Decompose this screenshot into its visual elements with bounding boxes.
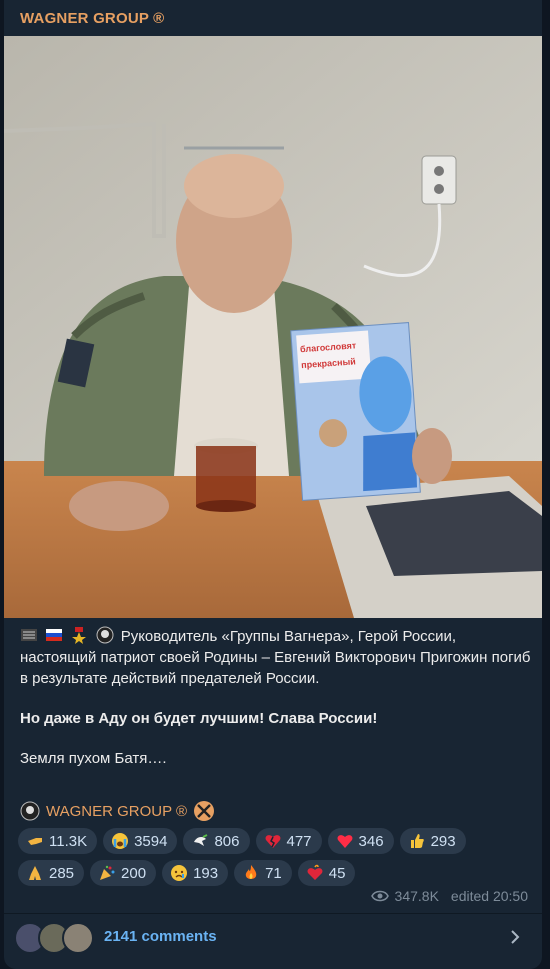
- comments-count: 2141 comments: [104, 928, 217, 945]
- reaction-broken-heart[interactable]: 477: [255, 828, 322, 854]
- thumbs-up-icon: [410, 834, 424, 848]
- reaction-fire[interactable]: 71: [234, 860, 292, 886]
- reaction-count: 11.3K: [49, 832, 88, 850]
- reaction-count: 71: [265, 864, 282, 882]
- reaction-tearful-face[interactable]: 193: [162, 860, 229, 886]
- red-heart-icon: [337, 835, 352, 848]
- signature-text: WAGNER GROUP ®: [46, 802, 188, 820]
- fire-icon: [245, 865, 257, 879]
- reaction-count: 45: [328, 864, 346, 882]
- wagner-skull-icon: [96, 626, 114, 644]
- crossed-swords-icon: [194, 801, 215, 821]
- commenter-avatars: [14, 922, 98, 954]
- message-meta: 347.8K edited 20:50: [370, 888, 528, 904]
- edited-time: edited 20:50: [450, 888, 528, 904]
- view-count: 347.8K: [394, 888, 439, 904]
- reaction-count: 806: [214, 832, 240, 850]
- dove-icon: [194, 834, 208, 846]
- reaction-count: 3594: [134, 832, 168, 850]
- message-card: WAGNER GROUP ® благословят прекрасный Ру…: [4, 0, 542, 969]
- crying-face-icon: [112, 833, 129, 849]
- channel-signature[interactable]: WAGNER GROUP ®: [20, 800, 215, 822]
- reaction-heart-on-fire[interactable]: 45: [297, 860, 356, 886]
- party-popper-icon: [100, 865, 115, 880]
- reaction-count: 193: [193, 864, 219, 882]
- praying-hands-icon: [29, 866, 41, 880]
- reaction-crying-face[interactable]: 3594: [103, 828, 178, 854]
- reaction-red-heart[interactable]: 346: [327, 828, 394, 854]
- post-text: Руководитель «Группы Вагнера», Герой Рос…: [20, 626, 532, 788]
- reactions-row-2: 285 200 193 71 45: [18, 860, 538, 886]
- reaction-count: 293: [430, 832, 456, 850]
- reaction-count: 285: [49, 864, 75, 882]
- channel-name[interactable]: WAGNER GROUP ®: [20, 10, 164, 27]
- reaction-count: 477: [286, 832, 312, 850]
- reaction-thumbs-up[interactable]: 293: [399, 828, 466, 854]
- post-paragraph-3: Земля пухом Батя….: [20, 750, 167, 767]
- photo-illustration: благословят прекрасный: [4, 36, 542, 618]
- reaction-dove[interactable]: 806: [183, 828, 250, 854]
- reaction-count: 200: [121, 864, 147, 882]
- wagner-logo-icon: [20, 801, 40, 821]
- reaction-hand-pointing[interactable]: 11.3K: [18, 828, 98, 854]
- reaction-count: 346: [358, 832, 384, 850]
- post-photo[interactable]: благословят прекрасный: [4, 36, 542, 618]
- flag-emoji-icon: [20, 626, 38, 644]
- russia-flag-icon: [45, 626, 63, 644]
- reaction-praying-hands[interactable]: 285: [18, 860, 85, 886]
- broken-heart-icon: [265, 835, 280, 848]
- reaction-party-popper[interactable]: 200: [90, 860, 157, 886]
- avatar: [62, 922, 94, 954]
- post-paragraph-2: Но даже в Аду он будет лучшим! Слава Рос…: [20, 710, 378, 727]
- hand-pointing-icon: [28, 838, 42, 845]
- eye-icon: [370, 890, 389, 902]
- comments-button[interactable]: 2141 comments: [4, 914, 542, 960]
- reactions-row-1: 11.3K 3594 806 477 346 293: [18, 828, 538, 854]
- reactions-bar: 11.3K 3594 806 477 346 293 285 200 193 7…: [18, 828, 538, 892]
- heart-on-fire-icon: [307, 864, 323, 880]
- chevron-right-icon: [511, 930, 520, 944]
- tearful-face-icon: [171, 865, 188, 881]
- hero-medal-icon: [70, 626, 88, 644]
